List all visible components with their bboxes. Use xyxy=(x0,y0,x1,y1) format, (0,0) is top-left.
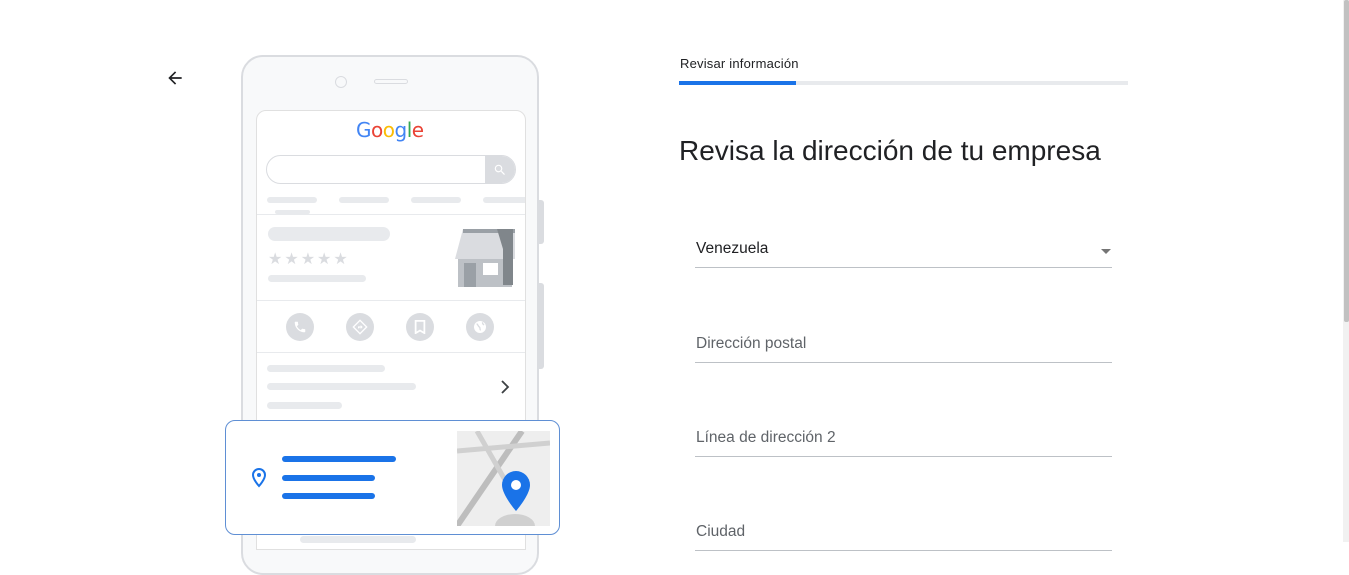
bookmark-icon xyxy=(406,313,434,341)
city-placeholder: Ciudad xyxy=(696,523,746,540)
scrollbar-thumb[interactable] xyxy=(1344,0,1349,322)
country-select[interactable]: Venezuela xyxy=(695,228,1112,268)
page-title: Revisa la dirección de tu empresa xyxy=(679,135,1101,166)
map-pin-icon xyxy=(502,471,530,511)
chevron-right-icon xyxy=(501,380,510,394)
progress-fill xyxy=(679,81,796,85)
search-icon xyxy=(485,156,515,183)
placeholder-bar xyxy=(268,227,390,241)
placeholder-bar xyxy=(267,197,317,203)
phone-camera xyxy=(335,76,347,88)
address-line xyxy=(282,475,375,481)
location-pin-icon xyxy=(252,468,266,488)
phone-side-button xyxy=(539,200,544,244)
divider xyxy=(257,214,525,215)
step-label: Revisar información xyxy=(680,56,799,71)
placeholder-bar xyxy=(268,275,366,282)
address-line xyxy=(282,493,375,499)
storefront-icon xyxy=(455,229,515,287)
placeholder-bar xyxy=(483,197,525,203)
logo-letter: e xyxy=(411,118,424,142)
globe-icon xyxy=(466,313,494,341)
back-button[interactable] xyxy=(161,64,189,92)
logo-letter: o xyxy=(382,118,395,142)
placeholder-bar xyxy=(267,402,342,409)
phone-speaker xyxy=(374,79,408,84)
address-line2-placeholder: Línea de dirección 2 xyxy=(696,429,836,446)
rating-stars: ★★★★★ xyxy=(268,249,350,268)
logo-letter: g xyxy=(394,118,408,142)
map-thumbnail xyxy=(457,431,550,526)
postal-address-placeholder: Dirección postal xyxy=(696,335,807,352)
search-bar-illustration xyxy=(266,155,516,184)
placeholder-bar xyxy=(339,197,389,203)
address-card-illustration xyxy=(225,420,560,535)
phone-icon xyxy=(286,313,314,341)
arrow-left-icon xyxy=(168,71,182,85)
city-field[interactable]: Ciudad xyxy=(695,511,1112,551)
postal-address-field[interactable]: Dirección postal xyxy=(695,323,1112,363)
divider xyxy=(257,352,525,353)
placeholder-bar xyxy=(267,365,385,372)
placeholder-bar xyxy=(267,383,416,390)
logo-letter: o xyxy=(371,118,383,142)
phone-side-button xyxy=(539,283,544,369)
address-line2-field[interactable]: Línea de dirección 2 xyxy=(695,417,1112,457)
country-value: Venezuela xyxy=(696,240,769,257)
google-logo: Google xyxy=(356,118,424,142)
placeholder-bar xyxy=(411,197,461,203)
directions-icon xyxy=(346,313,374,341)
progress-bar xyxy=(679,81,1128,85)
address-line xyxy=(282,456,396,462)
logo-letter: G xyxy=(356,118,372,142)
dropdown-arrow-icon xyxy=(1101,249,1111,254)
divider xyxy=(257,300,525,301)
